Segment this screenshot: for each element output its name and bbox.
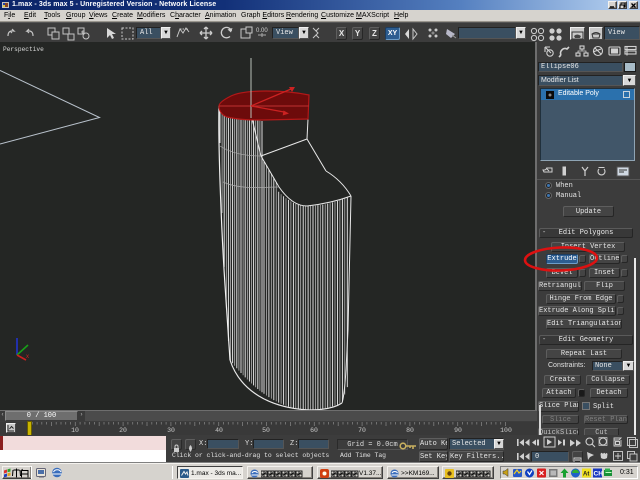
- svg-text:CH: CH: [594, 470, 604, 477]
- svg-text:At: At: [583, 471, 589, 477]
- svg-text:x: x: [26, 354, 29, 360]
